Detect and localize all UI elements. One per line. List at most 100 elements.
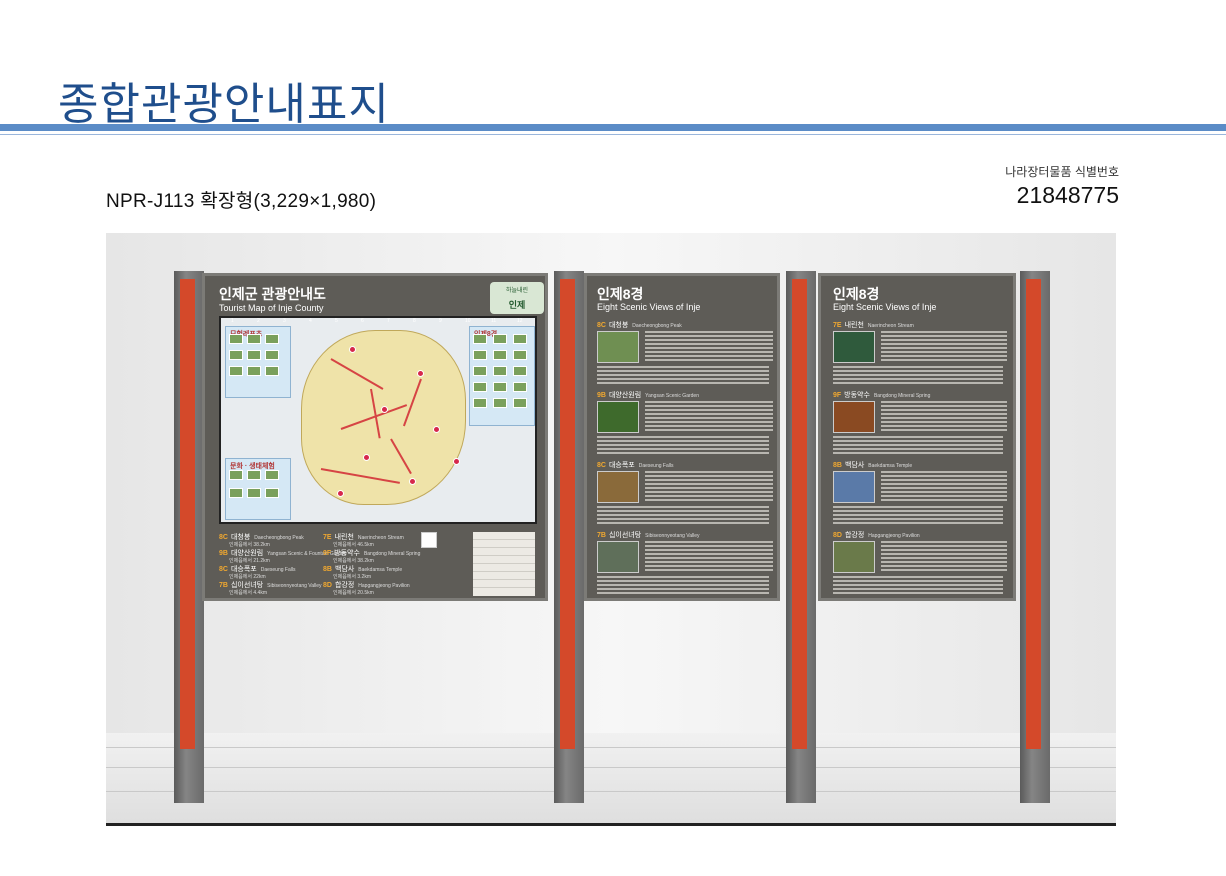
text-line: [833, 382, 1003, 384]
scenic-views-panel-2: 인제8경 Eight Scenic Views of Inje 7E 내린천 Nae…: [818, 273, 1016, 601]
legend-distance: 인제읍에서 20.5km: [333, 590, 374, 596]
sign-post: [554, 271, 584, 803]
map-photo-thumbnail: [265, 334, 279, 344]
map-photo-thumbnail: [229, 366, 243, 376]
scenic-description-english: [597, 436, 769, 456]
text-line: [881, 409, 1007, 411]
text-line: [645, 359, 773, 361]
scenic-photo: [597, 471, 639, 503]
legend-name: 십이선녀탕: [230, 582, 264, 589]
text-line: [833, 506, 1003, 508]
scenic-english-name: Daeseung Falls: [638, 463, 674, 469]
text-line: [881, 339, 1007, 341]
text-line: [833, 452, 1003, 454]
scenic-panel-2-subtitle: Eight Scenic Views of Inje: [833, 302, 937, 312]
map-photo-thumbnail: [229, 334, 243, 344]
legend-distance: 인제읍에서 22km: [229, 574, 266, 580]
map-photo-thumbnail: [473, 382, 487, 392]
text-line: [833, 514, 1003, 516]
id-caption: 나라장터물품 식별번호: [1005, 165, 1119, 179]
map-col-number: 8: [413, 318, 416, 324]
map-marker: [453, 458, 460, 465]
text-line: [833, 440, 1003, 442]
scenic-description-english: [833, 576, 1003, 596]
text-line: [645, 553, 773, 555]
legend-name: 백담사: [334, 566, 355, 573]
map-photo-thumbnail: [473, 334, 487, 344]
map-photo-thumbnail: [513, 334, 527, 344]
map-marker: [409, 478, 416, 485]
map-marker: [381, 406, 388, 413]
text-line: [597, 506, 769, 508]
legend-name: 대승폭포: [230, 566, 257, 573]
legend-code: 9F: [323, 550, 332, 557]
map-marker: [417, 370, 424, 377]
text-line: [881, 557, 1007, 559]
text-line: [881, 569, 1007, 571]
text-line: [833, 522, 1003, 524]
map-photo-thumbnail: [247, 350, 261, 360]
legend-code: 8C: [219, 534, 228, 541]
floor-line: [106, 747, 1116, 748]
legend-code: 7E: [323, 534, 332, 541]
legend-distance: 인제읍에서 4.4km: [229, 590, 268, 596]
text-line: [645, 335, 773, 337]
scenic-description: [881, 401, 1007, 433]
text-line: [881, 541, 1007, 543]
text-line: [645, 483, 773, 485]
text-line: [881, 483, 1007, 485]
text-line: [645, 417, 773, 419]
text-line: [597, 452, 769, 454]
text-line: [881, 425, 1007, 427]
scenic-code: 7B: [597, 532, 606, 539]
legend-code: 9B: [219, 550, 228, 557]
scenic-name: 십이선녀탕: [608, 532, 642, 539]
scenic-code: 9F: [833, 392, 842, 399]
text-line: [881, 359, 1007, 361]
text-line: [881, 405, 1007, 407]
text-line: [881, 343, 1007, 345]
text-line: [597, 522, 769, 524]
text-line: [645, 343, 773, 345]
scenic-item-heading: 9B 대양산원림 Yangsan Scenic Garden: [597, 390, 699, 400]
scenic-item-heading: 7B 십이선녀탕 Sibiseonnyeotang Valley: [597, 530, 700, 540]
legend-code: 8B: [323, 566, 332, 573]
text-line: [597, 436, 769, 438]
text-line: [833, 518, 1003, 520]
text-line: [597, 510, 769, 512]
text-line: [597, 382, 769, 384]
scenic-panel-2-title: 인제8경: [833, 286, 880, 302]
text-line: [881, 351, 1007, 353]
scenic-description-english: [833, 506, 1003, 526]
scenic-photo: [597, 541, 639, 573]
text-line: [645, 413, 773, 415]
legend-name: 합강정: [334, 582, 355, 589]
scenic-photo: [597, 401, 639, 433]
legend-code: 8C: [219, 566, 228, 573]
text-line: [597, 378, 769, 380]
scenic-name: 내린천: [844, 322, 864, 329]
scenic-name: 대승폭포: [608, 462, 635, 469]
text-line: [833, 378, 1003, 380]
map-panel-title: 인제군 관광안내도: [219, 286, 326, 302]
text-line: [881, 331, 1007, 333]
text-line: [881, 487, 1007, 489]
map-photo-thumbnail: [229, 350, 243, 360]
scenic-english-name: Hapgangjeong Pavilion: [868, 533, 920, 539]
text-line: [833, 444, 1003, 446]
scenic-photo: [597, 331, 639, 363]
text-line: [645, 561, 773, 563]
map-col-number: 12: [517, 318, 523, 324]
scenic-code: 8C: [597, 322, 606, 329]
legend-distance: 인제읍에서 38.2km: [333, 558, 374, 564]
text-line: [881, 479, 1007, 481]
text-line: [645, 545, 773, 547]
scenic-description: [645, 331, 773, 363]
scenic-views-panel-1: 인제8경 Eight Scenic Views of Inje 8C 대청봉 Dae…: [584, 273, 780, 601]
scenic-description-english: [597, 506, 769, 526]
text-line: [597, 514, 769, 516]
map-photo-thumbnail: [265, 470, 279, 480]
text-line: [645, 347, 773, 349]
scenic-photo: [833, 471, 875, 503]
logo-line2: 인제: [508, 300, 526, 310]
